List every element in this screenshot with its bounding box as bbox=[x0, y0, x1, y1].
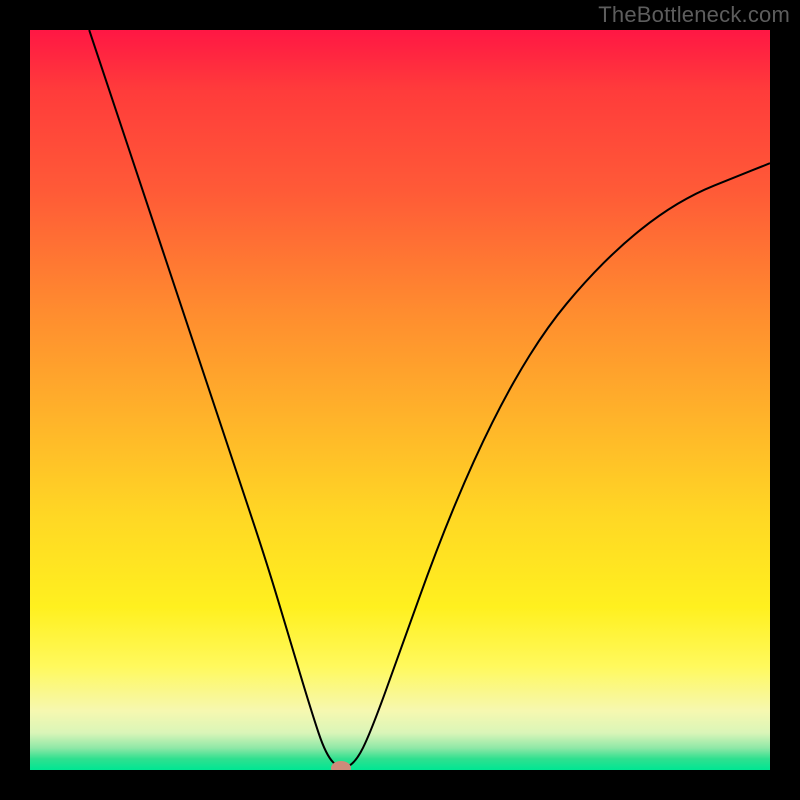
chart-frame: TheBottleneck.com bbox=[0, 0, 800, 800]
bottleneck-curve bbox=[89, 30, 770, 768]
watermark-text: TheBottleneck.com bbox=[598, 2, 790, 28]
optimal-point-marker bbox=[331, 761, 351, 770]
chart-plot-area bbox=[30, 30, 770, 770]
chart-svg bbox=[30, 30, 770, 770]
